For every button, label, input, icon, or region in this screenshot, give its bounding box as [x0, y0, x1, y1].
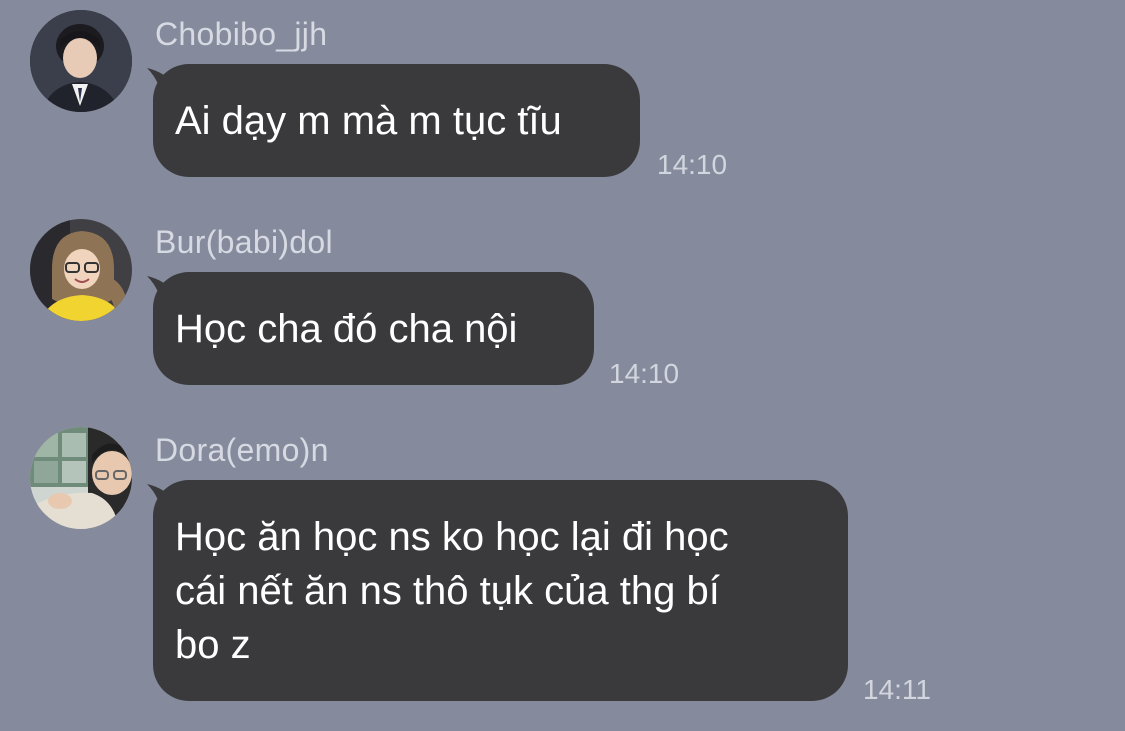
message-bubble[interactable]: Ai dạy m mà m tục tĩu — [153, 64, 640, 177]
person-photo-icon — [30, 10, 132, 112]
chat-view: Chobibo_jjh Ai dạy m mà m tục tĩu 14:10 … — [0, 0, 1125, 731]
person-photo-icon — [30, 427, 132, 529]
message-bubble[interactable]: Học cha đó cha nội — [153, 272, 594, 385]
message-timestamp: 14:10 — [657, 149, 728, 180]
sender-avatar[interactable] — [30, 10, 132, 112]
sender-avatar[interactable] — [30, 219, 132, 321]
message-timestamp: 14:11 — [863, 674, 931, 705]
person-photo-icon — [30, 219, 132, 321]
message-bubble[interactable]: Học ăn học ns ko học lại đi học cái nết … — [153, 480, 848, 701]
sender-avatar[interactable] — [30, 427, 132, 529]
sender-name: Dora(emo)n — [155, 432, 329, 468]
sender-name: Bur(babi)dol — [155, 224, 333, 260]
sender-name: Chobibo_jjh — [155, 16, 328, 52]
message-timestamp: 14:10 — [609, 358, 680, 389]
